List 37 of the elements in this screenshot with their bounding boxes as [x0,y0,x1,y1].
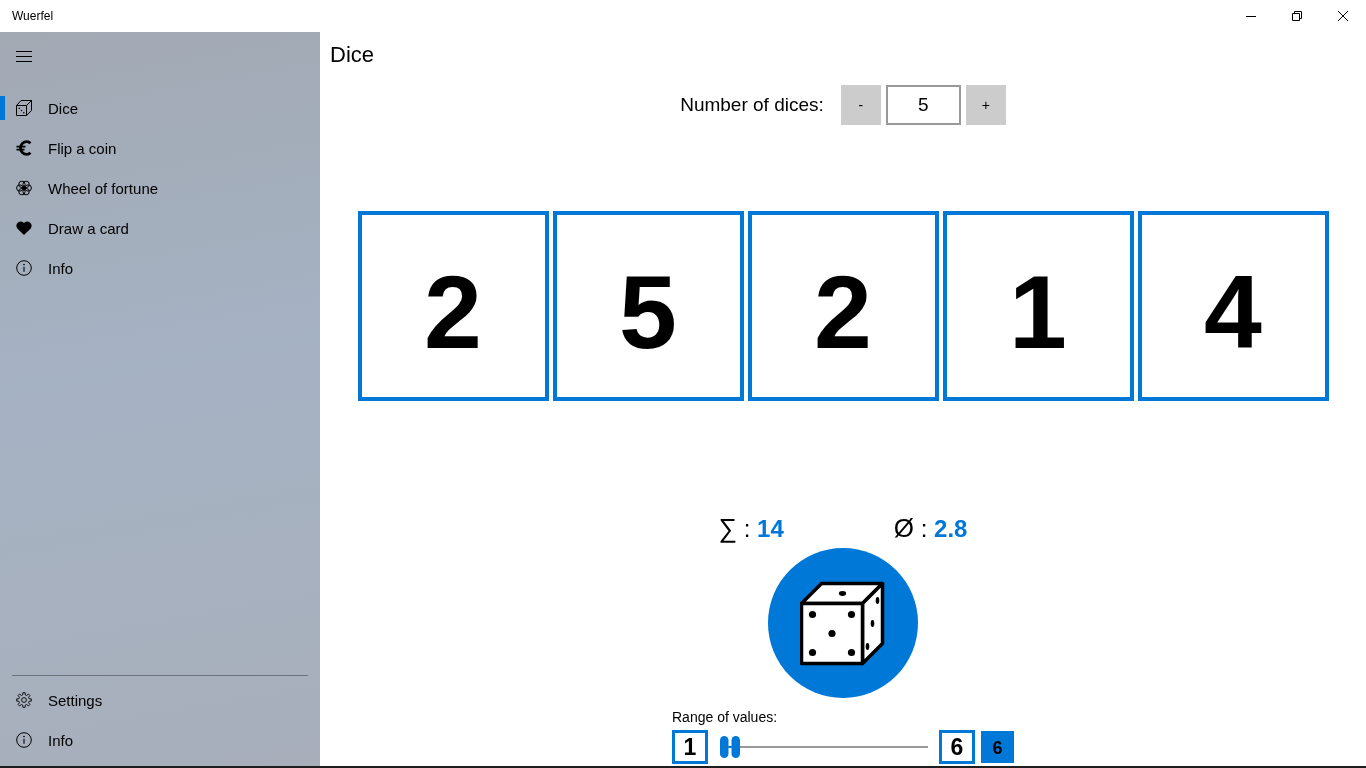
dice-icon [16,100,32,116]
nav-item[interactable]: Info [0,720,320,760]
dice-count-label: Number of dices: [680,94,824,116]
menu-icon [16,50,32,62]
slider-value: 6 [981,731,1014,763]
page-title: Dice [330,41,374,69]
dice-icon [800,580,886,666]
nav-item[interactable]: Flip a coin [0,128,320,168]
decrement-button[interactable]: - [840,85,881,125]
average-text: Ø : 2.8 [893,512,968,544]
euro-icon [16,140,32,156]
close-icon [1338,11,1348,21]
nav-item[interactable]: Dice [0,88,320,128]
die-face: 1 [942,211,1134,401]
nav-item[interactable]: Info [0,248,320,288]
dice-count-field[interactable]: 5 [885,85,961,125]
nav-item[interactable]: Draw a card [0,208,320,248]
window-title: Wuerfel [12,9,54,23]
minimize-icon [1246,15,1256,17]
flower-wheel-icon [16,180,32,196]
range-label: Range of values: [672,708,778,726]
die-face: 4 [1137,211,1329,401]
settings-icon [16,692,32,708]
info-icon [16,732,32,748]
slider-thumb[interactable] [720,736,740,758]
die-face: 2 [357,211,549,401]
restore-icon [1292,11,1302,21]
die-face: 5 [552,211,744,401]
range-max-field[interactable]: 6 [939,730,975,764]
increment-button[interactable]: + [965,85,1006,125]
info-icon [16,260,32,276]
heart-icon [16,220,32,236]
range-min-field[interactable]: 1 [672,730,708,764]
nav-item[interactable]: Wheel of fortune [0,168,320,208]
die-face: 2 [747,211,939,401]
sum-text: ∑ : 14 [718,512,784,544]
nav-item[interactable]: Settings [0,680,320,720]
